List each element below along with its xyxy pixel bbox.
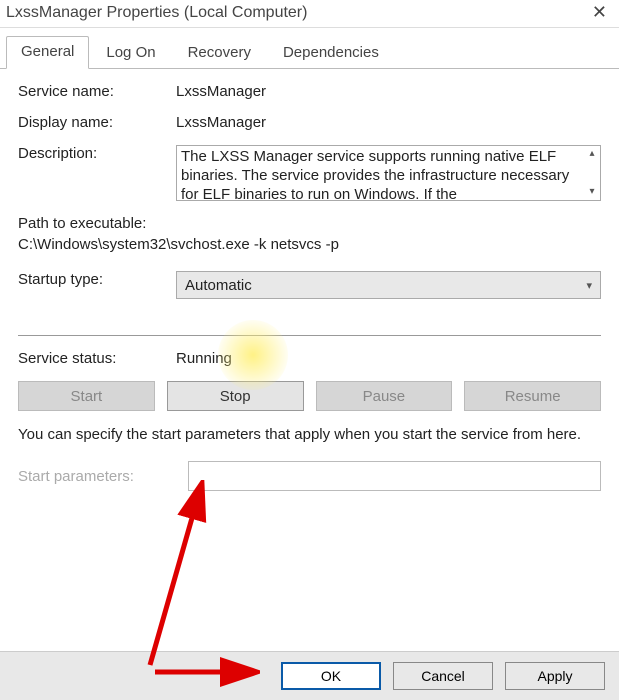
tab-general[interactable]: General — [6, 36, 89, 69]
tab-strip: General Log On Recovery Dependencies — [0, 28, 619, 69]
description-label: Description: — [18, 145, 176, 162]
separator — [18, 335, 601, 336]
startup-type-label: Startup type: — [18, 271, 176, 288]
titlebar: LxssManager Properties (Local Computer) … — [0, 0, 619, 28]
help-text: You can specify the start parameters tha… — [18, 425, 601, 445]
scroll-up-icon[interactable]: ▴ — [589, 148, 594, 161]
dialog-footer: OK Cancel Apply — [0, 651, 619, 700]
window-title: LxssManager Properties (Local Computer) — [6, 4, 307, 22]
general-panel: Service name: LxssManager Display name: … — [0, 69, 619, 491]
service-status-label: Service status: — [18, 350, 176, 367]
tab-dependencies[interactable]: Dependencies — [268, 37, 394, 69]
ok-button[interactable]: OK — [281, 662, 381, 690]
tab-recovery[interactable]: Recovery — [173, 37, 266, 69]
apply-button[interactable]: Apply — [505, 662, 605, 690]
service-name-label: Service name: — [18, 83, 176, 100]
pause-button: Pause — [316, 381, 453, 411]
description-scrollbar[interactable]: ▴ ▾ — [584, 146, 600, 200]
description-box[interactable]: The LXSS Manager service supports runnin… — [176, 145, 601, 201]
start-parameters-label: Start parameters: — [18, 468, 176, 485]
description-text: The LXSS Manager service supports runnin… — [181, 148, 596, 201]
display-name-value: LxssManager — [176, 114, 601, 131]
annotation-arrow-stop — [130, 480, 220, 670]
path-value: C:\Windows\system32\svchost.exe -k netsv… — [18, 236, 601, 253]
start-parameters-input — [188, 461, 601, 491]
resume-button: Resume — [464, 381, 601, 411]
close-icon[interactable]: ✕ — [588, 2, 611, 23]
stop-button[interactable]: Stop — [167, 381, 304, 411]
display-name-label: Display name: — [18, 114, 176, 131]
startup-type-value: Automatic — [185, 277, 252, 294]
start-button: Start — [18, 381, 155, 411]
startup-type-select[interactable]: Automatic ▾ — [176, 271, 601, 299]
path-label: Path to executable: — [18, 215, 601, 232]
chevron-down-icon: ▾ — [586, 279, 592, 292]
scroll-down-icon[interactable]: ▾ — [589, 186, 594, 199]
service-status-value: Running — [176, 350, 601, 367]
service-name-value: LxssManager — [176, 83, 601, 100]
tab-log-on[interactable]: Log On — [91, 37, 170, 69]
cancel-button[interactable]: Cancel — [393, 662, 493, 690]
